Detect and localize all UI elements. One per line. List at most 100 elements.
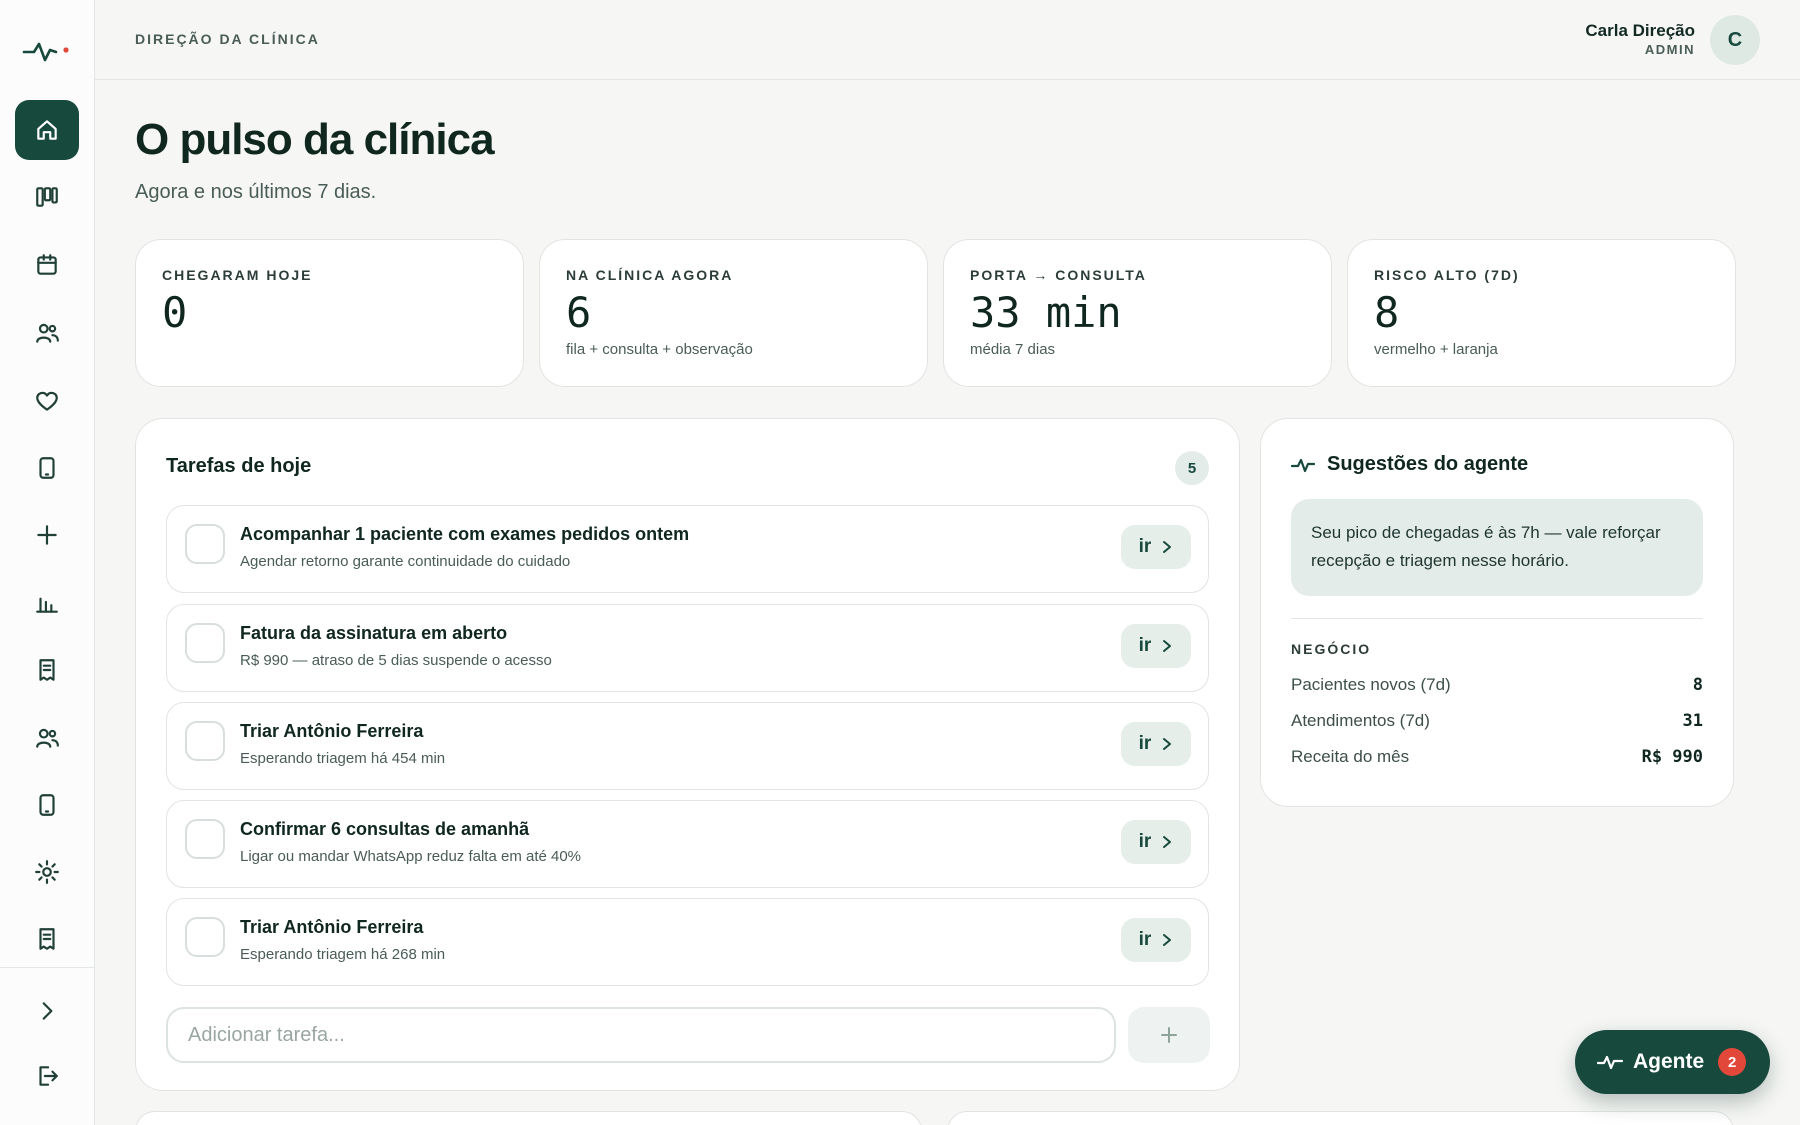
business-key: Receita do mês	[1291, 747, 1410, 766]
task-item: Triar Antônio Ferreira Esperando triagem…	[166, 898, 1209, 986]
gear-icon	[35, 860, 59, 884]
task-subtitle: Esperando triagem há 268 min	[240, 946, 446, 963]
stat-card-door-to-doctor: PORTA → CONSULTA 33 min média 7 dias	[943, 239, 1332, 387]
business-value: 31	[1682, 711, 1703, 731]
stat-card-arrivals: CHEGARAM HOJE 0	[135, 239, 524, 387]
users-icon	[36, 323, 59, 343]
task-go-button[interactable]: ir	[1121, 624, 1191, 668]
tasks-count-badge: 5	[1175, 451, 1209, 485]
stat-label: RISCO ALTO (7D)	[1374, 267, 1520, 283]
task-go-label: ir	[1138, 831, 1152, 852]
tablet-icon	[39, 794, 55, 816]
task-checkbox[interactable]	[185, 917, 225, 957]
sidebar-item-care[interactable]	[15, 371, 79, 431]
chevron-right-icon	[1163, 836, 1172, 848]
business-row: Atendimentos (7d) 31	[1291, 708, 1703, 734]
agent-title: Sugestões do agente	[1327, 453, 1529, 475]
team-icon	[36, 728, 59, 748]
heart-icon	[36, 391, 58, 411]
sidebar-item-documents[interactable]	[15, 909, 79, 969]
sidebar-item-patients[interactable]	[15, 303, 79, 363]
task-title: Fatura da assinatura em aberto	[240, 623, 508, 643]
task-title: Confirmar 6 consultas de amanhã	[240, 819, 530, 839]
agent-fab-badge: 2	[1718, 1048, 1747, 1076]
sidebar-item-calendar[interactable]	[15, 235, 79, 295]
sidebar-item-settings[interactable]	[15, 842, 79, 902]
chevron-right-icon	[42, 1002, 53, 1020]
sidebar-logout-button[interactable]	[15, 1046, 79, 1106]
business-label: NEGÓCIO	[1291, 641, 1372, 657]
task-title: Triar Antônio Ferreira	[240, 917, 424, 937]
task-item: Fatura da assinatura em aberto R$ 990 — …	[166, 604, 1209, 692]
business-value: R$ 990	[1641, 747, 1703, 767]
pulse-icon	[1597, 1055, 1623, 1070]
task-go-button[interactable]: ir	[1121, 722, 1191, 766]
sidebar-item-new[interactable]	[15, 505, 79, 565]
sidebar-item-team[interactable]	[15, 708, 79, 768]
calendar-icon	[37, 254, 57, 275]
logout-icon	[39, 1066, 58, 1086]
sidebar-expand-button[interactable]	[15, 981, 79, 1041]
chevron-right-icon	[1163, 541, 1172, 553]
agent-fab-button[interactable]: Agente 2	[1575, 1030, 1770, 1094]
task-go-button[interactable]: ir	[1121, 918, 1191, 962]
stat-label: PORTA → CONSULTA	[970, 267, 1147, 283]
page-subtitle: Agora e nos últimos 7 dias.	[135, 181, 377, 203]
sidebar-item-device[interactable]	[15, 438, 79, 498]
bottom-card-right	[947, 1111, 1734, 1125]
sidebar	[0, 0, 95, 1125]
task-subtitle: Agendar retorno garante continuidade do …	[240, 553, 571, 570]
breadcrumb: DIREÇÃO DA CLÍNICA	[135, 31, 320, 47]
task-go-label: ir	[1138, 929, 1152, 950]
stat-note: fila + consulta + observação	[566, 341, 753, 358]
stat-card-in-clinic: NA CLÍNICA AGORA 6 fila + consulta + obs…	[539, 239, 928, 387]
sidebar-item-device-2[interactable]	[15, 775, 79, 835]
business-key: Atendimentos (7d)	[1291, 711, 1430, 730]
page-title: O pulso da clínica	[135, 115, 495, 164]
task-checkbox[interactable]	[185, 524, 225, 564]
stat-note: vermelho + laranja	[1374, 341, 1498, 358]
receipt-icon	[39, 928, 55, 950]
business-value: 8	[1692, 675, 1703, 695]
plus-icon	[37, 525, 57, 545]
stat-value: 33 min	[970, 288, 1122, 337]
task-item: Triar Antônio Ferreira Esperando triagem…	[166, 702, 1209, 790]
stat-value: 6	[566, 288, 592, 337]
add-task-button[interactable]	[1128, 1007, 1210, 1063]
agent-suggestion: Seu pico de chegadas é às 7h — vale refo…	[1291, 499, 1703, 596]
stat-label: CHEGARAM HOJE	[162, 267, 313, 283]
sidebar-item-home[interactable]	[15, 100, 79, 160]
sidebar-item-reports[interactable]	[15, 573, 79, 633]
home-icon	[37, 120, 57, 140]
pulse-icon	[1291, 458, 1315, 473]
task-checkbox[interactable]	[185, 819, 225, 859]
task-go-button[interactable]: ir	[1121, 525, 1191, 569]
sidebar-divider	[0, 967, 95, 968]
tasks-title: Tarefas de hoje	[166, 455, 312, 477]
agent-divider	[1291, 618, 1703, 619]
task-checkbox[interactable]	[185, 623, 225, 663]
task-go-label: ir	[1138, 733, 1152, 754]
tablet-icon	[39, 457, 55, 479]
stat-label: NA CLÍNICA AGORA	[566, 267, 734, 283]
task-title: Acompanhar 1 paciente com exames pedidos…	[240, 524, 690, 544]
receipt-icon	[39, 659, 55, 681]
task-subtitle: R$ 990 — atraso de 5 dias suspende o ace…	[240, 652, 552, 669]
pulse-logo-icon	[22, 42, 69, 62]
agent-suggestions-panel: Sugestões do agente Seu pico de chegadas…	[1260, 418, 1734, 807]
avatar[interactable]: C	[1710, 15, 1760, 65]
top-header: DIREÇÃO DA CLÍNICA Carla Direção ADMIN C	[95, 0, 1800, 80]
task-item: Confirmar 6 consultas de amanhã Ligar ou…	[166, 800, 1209, 888]
business-row: Pacientes novos (7d) 8	[1291, 672, 1703, 698]
task-go-label: ir	[1138, 536, 1152, 557]
task-go-button[interactable]: ir	[1121, 820, 1191, 864]
sidebar-item-board[interactable]	[15, 167, 79, 227]
plus-icon	[1161, 1027, 1177, 1043]
task-checkbox[interactable]	[185, 721, 225, 761]
sidebar-item-billing[interactable]	[15, 640, 79, 700]
task-go-label: ir	[1138, 635, 1152, 656]
task-item: Acompanhar 1 paciente com exames pedidos…	[166, 505, 1209, 593]
task-subtitle: Ligar ou mandar WhatsApp reduz falta em …	[240, 848, 582, 865]
add-task-input[interactable]	[166, 1007, 1116, 1063]
bottom-card-left	[135, 1111, 922, 1125]
